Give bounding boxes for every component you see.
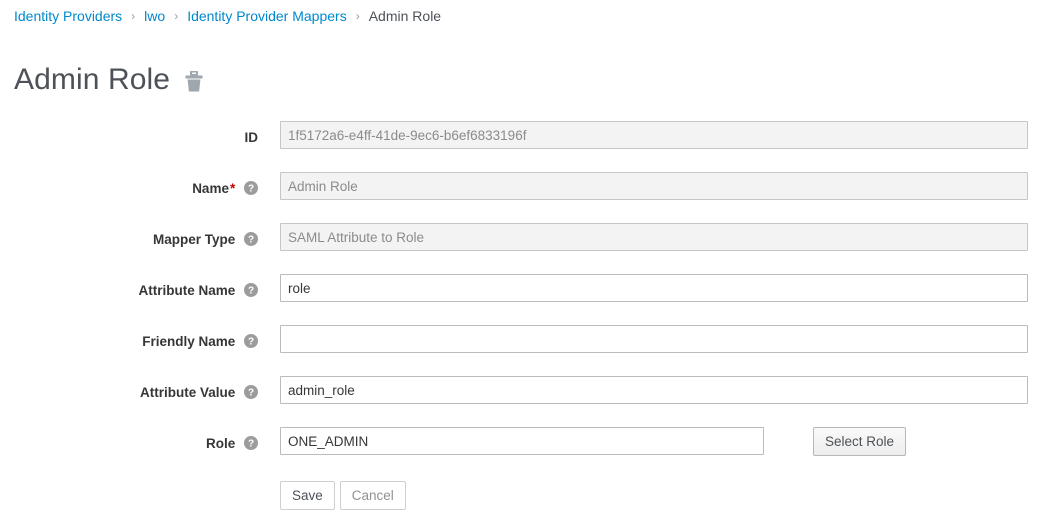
breadcrumb: Identity Providers › lwo › Identity Prov… (14, 6, 441, 26)
form-row-friendly-name: Friendly Name ? (0, 322, 1044, 373)
svg-text:?: ? (248, 235, 254, 246)
breadcrumb-item-identity-providers[interactable]: Identity Providers (14, 8, 122, 24)
svg-text:?: ? (248, 439, 254, 450)
form-row-attribute-name: Attribute Name ? (0, 271, 1044, 322)
question-circle-icon[interactable]: ? (244, 380, 258, 410)
breadcrumb-separator: › (165, 9, 187, 23)
form-row-mapper-type: Mapper Type ? (0, 220, 1044, 271)
id-field (280, 121, 1028, 149)
page-title: Admin Role (14, 65, 170, 95)
breadcrumb-item-lwo[interactable]: lwo (144, 8, 165, 24)
label-mapper-type: Mapper Type ? (8, 225, 258, 255)
trash-icon[interactable] (184, 71, 204, 93)
label-text: Attribute Value (140, 385, 235, 400)
question-circle-icon[interactable]: ? (244, 431, 258, 461)
svg-text:?: ? (248, 337, 254, 348)
label-text: Mapper Type (153, 232, 235, 247)
svg-text:?: ? (248, 184, 254, 195)
breadcrumb-separator: › (347, 9, 369, 23)
svg-text:?: ? (248, 286, 254, 297)
label-id: ID (8, 123, 258, 153)
friendly-name-field[interactable] (280, 325, 1028, 353)
label-attribute-value: Attribute Value ? (8, 378, 258, 408)
mapper-form: ID Name* ? Mapper Type ? (0, 118, 1044, 475)
question-circle-icon[interactable]: ? (244, 227, 258, 257)
question-circle-icon[interactable]: ? (244, 278, 258, 308)
label-attribute-name: Attribute Name ? (8, 276, 258, 306)
form-row-role: Role ? Select Role (0, 424, 1044, 475)
attribute-value-field[interactable] (280, 376, 1028, 404)
breadcrumb-item-admin-role: Admin Role (369, 8, 441, 24)
page-header: Admin Role (14, 60, 204, 100)
save-button[interactable]: Save (280, 481, 335, 510)
form-actions: Save Cancel (280, 481, 406, 510)
label-friendly-name: Friendly Name ? (8, 327, 258, 357)
label-text: Attribute Name (138, 283, 235, 298)
form-row-id: ID (0, 118, 1044, 169)
role-field[interactable] (280, 427, 764, 455)
mapper-type-field (280, 223, 1028, 251)
label-text: ID (245, 130, 259, 145)
breadcrumb-separator: › (122, 9, 144, 23)
required-marker: * (230, 181, 235, 196)
form-row-attribute-value: Attribute Value ? (0, 373, 1044, 424)
label-text: Name (192, 181, 229, 196)
label-name: Name* ? (8, 174, 258, 204)
label-role: Role ? (8, 429, 258, 459)
question-circle-icon[interactable]: ? (244, 329, 258, 359)
attribute-name-field[interactable] (280, 274, 1028, 302)
question-circle-icon[interactable]: ? (244, 176, 258, 206)
label-text: Friendly Name (142, 334, 235, 349)
svg-text:?: ? (248, 388, 254, 399)
breadcrumb-item-identity-provider-mappers[interactable]: Identity Provider Mappers (187, 8, 347, 24)
select-role-button[interactable]: Select Role (813, 427, 906, 456)
label-text: Role (206, 436, 235, 451)
form-row-name: Name* ? (0, 169, 1044, 220)
name-field (280, 172, 1028, 200)
cancel-button[interactable]: Cancel (340, 481, 406, 510)
